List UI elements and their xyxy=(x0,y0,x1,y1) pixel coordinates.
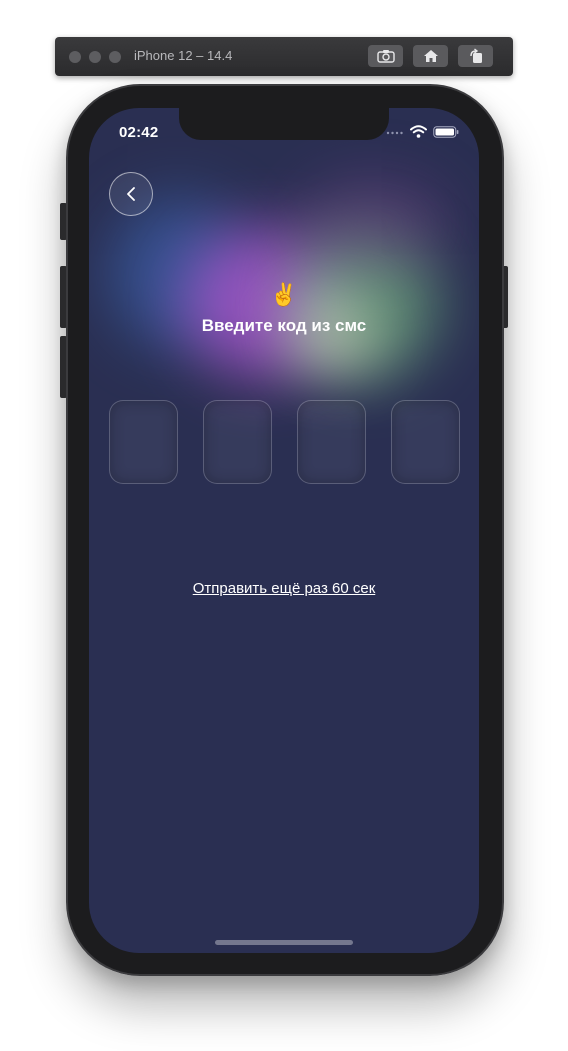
battery-icon xyxy=(433,125,459,138)
victory-hand-emoji: ✌️ xyxy=(270,282,298,307)
simulator-title-bar: iPhone 12 – 14.4 xyxy=(55,37,513,76)
code-input-row xyxy=(109,400,460,484)
wifi-icon xyxy=(410,125,427,138)
screenshot-button[interactable] xyxy=(368,45,403,67)
stage: iPhone 12 – 14.4 02:42 ✌️ Введите код из… xyxy=(0,0,568,1051)
home-icon xyxy=(423,50,438,62)
rotate-icon xyxy=(469,48,482,63)
minimize-window-button[interactable] xyxy=(89,51,101,63)
home-button[interactable] xyxy=(413,45,448,67)
code-digit-3[interactable] xyxy=(297,400,366,484)
glow-highlight xyxy=(289,303,379,373)
screenshot-icon xyxy=(376,50,395,63)
rotate-button[interactable] xyxy=(458,45,493,67)
resend-code-link[interactable]: Отправить ещё раз 60 сек xyxy=(89,580,479,597)
status-icons xyxy=(386,125,459,138)
glow-magenta xyxy=(299,178,449,268)
code-digit-2[interactable] xyxy=(203,400,272,484)
notch xyxy=(179,108,389,140)
code-digit-4[interactable] xyxy=(391,400,460,484)
simulator-title: iPhone 12 – 14.4 xyxy=(134,48,233,63)
back-button[interactable] xyxy=(109,172,153,216)
code-digit-1[interactable] xyxy=(109,400,178,484)
page-title: Введите код из смс xyxy=(201,316,367,335)
phone-screen: 02:42 ✌️ Введите код из смс Отправить ещ… xyxy=(89,108,479,953)
home-indicator[interactable] xyxy=(215,940,353,945)
chevron-left-icon xyxy=(127,187,135,201)
cellular-icon xyxy=(386,131,403,134)
zoom-window-button[interactable] xyxy=(109,51,121,63)
status-time: 02:42 xyxy=(119,124,159,141)
close-window-button[interactable] xyxy=(69,51,81,63)
